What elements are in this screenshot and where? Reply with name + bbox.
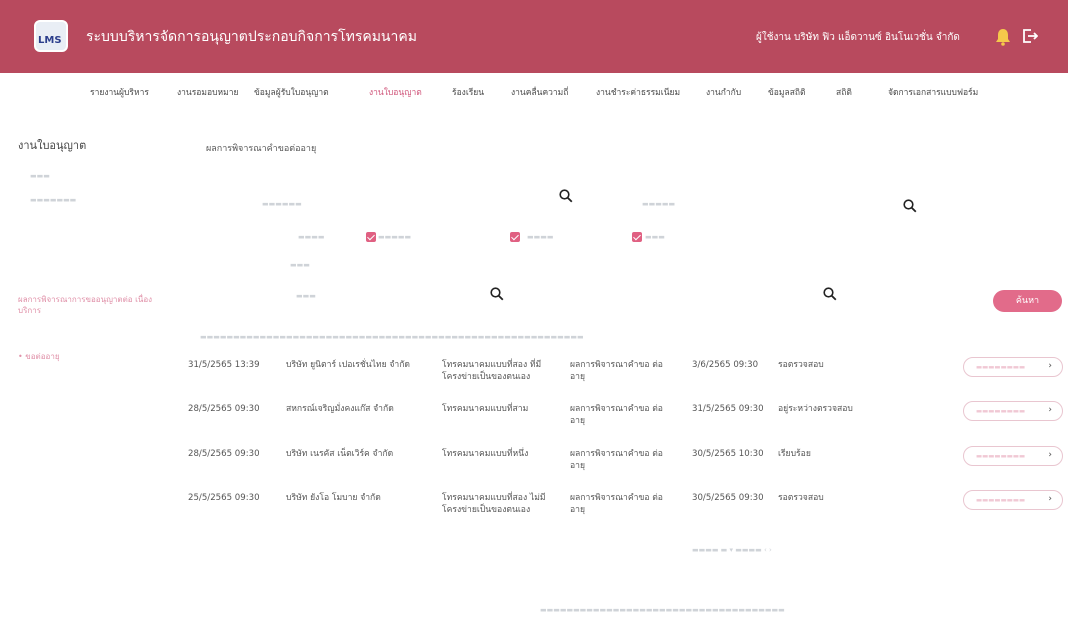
nav-item-regulation[interactable]: งานกำกับ <box>706 85 741 99</box>
cell-type: ผลการพิจารณาคำขอ ต่ออายุ <box>570 404 663 426</box>
table-header: ▬▬▬▬▬▬▬▬▬▬▬▬▬▬▬▬▬▬▬▬▬▬▬▬▬▬▬▬▬▬▬▬▬▬▬▬▬▬▬▬… <box>200 333 584 341</box>
footer-text: ▬▬▬▬▬▬▬▬▬▬▬▬▬▬▬▬▬▬▬▬▬▬▬▬▬▬▬▬▬▬▬▬▬▬▬▬▬ <box>540 606 785 614</box>
logout-icon[interactable] <box>1022 28 1038 44</box>
nav-item-complaints[interactable]: ร้องเรียน <box>452 85 484 99</box>
cell-date: 25/5/2565 09:30 <box>188 493 260 503</box>
cell-company: บริษัท ยูนิตาร์ เปอเรชั่นไทย จำกัด <box>286 360 411 370</box>
cell-type: ผลการพิจารณาคำขอ ต่ออายุ <box>570 493 663 515</box>
nav-item-statistics-data[interactable]: ข้อมูลสถิติ <box>768 85 806 99</box>
nav-item-executive-report[interactable]: รายงานผู้บริหาร <box>90 85 149 99</box>
logo-text: LMS <box>38 35 62 46</box>
cell-date: 31/5/2565 13:39 <box>188 360 260 370</box>
side-item-renewal[interactable]: • ขอต่ออายุ <box>18 350 60 363</box>
search-icon[interactable] <box>490 287 504 301</box>
nav-item-license-work[interactable]: งานใบอนุญาต <box>369 85 422 99</box>
faded-text: ▬▬▬ <box>296 292 316 300</box>
nav-item-licensee-data[interactable]: ข้อมูลผู้รับใบอนุญาต <box>254 85 329 99</box>
cell-service: โทรคมนาคมแบบที่สาม <box>442 404 529 414</box>
search-icon[interactable] <box>903 199 917 213</box>
cell-status: รอตรวจสอบ <box>778 360 824 370</box>
checkbox-checked-icon[interactable] <box>632 232 642 242</box>
cell-type: ผลการพิจารณาคำขอ ต่ออายุ <box>570 360 663 382</box>
app-header: LMS ระบบบริหารจัดการอนุญาตประกอบกิจการโท… <box>0 0 1068 73</box>
row-action-button[interactable]: ▬▬▬▬▬▬▬▬ › <box>963 490 1063 510</box>
user-name: ผู้ใช้งาน บริษัท ฟิว แอ็ดวานซ์ อินโนเวชั… <box>756 32 960 43</box>
faded-text: ▬▬▬▬ <box>527 233 554 241</box>
faded-text: ▬▬▬▬▬▬▬ <box>30 196 77 204</box>
app-title: ระบบบริหารจัดการอนุญาตประกอบกิจการโทรคมน… <box>86 29 417 45</box>
cell-company: บริษัท ยังโอ โมบาย จำกัด <box>286 493 381 503</box>
cell-service: โทรคมนาคมแบบที่หนึ่ง <box>442 449 529 459</box>
cell-service: โทรคมนาคมแบบที่สอง ที่มีโครงข่ายเป็นของต… <box>442 360 542 382</box>
cell-company: สหกรณ์เจริญมั่งคงแก๊ส จำกัด <box>286 404 394 414</box>
cell-status: รอตรวจสอบ <box>778 493 824 503</box>
cell-updated: 30/5/2565 09:30 <box>692 493 764 503</box>
checkbox-checked-icon[interactable] <box>510 232 520 242</box>
section-title: งานใบอนุญาต <box>18 139 87 152</box>
search-icon[interactable] <box>559 189 573 203</box>
main-nav: รายงานผู้บริหาร งานรอมอบหมาย ข้อมูลผู้รั… <box>0 74 1068 104</box>
form-title: ผลการพิจารณาคำขอต่ออายุ <box>206 144 317 154</box>
cell-date: 28/5/2565 09:30 <box>188 404 260 414</box>
chevron-right-icon: › <box>1048 494 1052 504</box>
row-action-button[interactable]: ▬▬▬▬▬▬▬▬ › <box>963 446 1063 466</box>
search-button[interactable]: ค้นหา <box>993 290 1062 312</box>
chevron-right-icon: › <box>1048 405 1052 415</box>
row-action-button[interactable]: ▬▬▬▬▬▬▬▬ › <box>963 357 1063 377</box>
pagination: ▬▬▬▬ ▬ ▾ ▬▬▬▬ ‹ › <box>692 546 772 554</box>
cell-updated: 3/6/2565 09:30 <box>692 360 759 370</box>
cell-company: บริษัท เนรคัส เน็ตเวิร์ค จำกัด <box>286 449 394 459</box>
cell-updated: 30/5/2565 10:30 <box>692 449 764 459</box>
nav-item-frequency[interactable]: งานคลื่นความถี่ <box>511 85 568 99</box>
nav-item-fee-payment[interactable]: งานชำระค่าธรรมเนียม <box>596 85 680 99</box>
bell-icon[interactable] <box>995 28 1011 46</box>
chevron-right-icon: › <box>1048 450 1052 460</box>
cell-updated: 31/5/2565 09:30 <box>692 404 764 414</box>
lms-logo-icon: LMS <box>34 20 68 52</box>
side-link-continuity[interactable]: ผลการพิจารณาการขออนุญาตต่อ เนื่องบริการ <box>18 294 168 316</box>
nav-item-statistics[interactable]: สถิติ <box>836 85 852 99</box>
nav-item-pending-assignment[interactable]: งานรอมอบหมาย <box>177 85 238 99</box>
cell-date: 28/5/2565 09:30 <box>188 449 260 459</box>
faded-text: ▬▬▬▬▬ <box>642 200 676 208</box>
cell-status: เรียบร้อย <box>778 449 811 459</box>
faded-text: ▬▬▬▬▬ <box>378 233 412 241</box>
chevron-right-icon: › <box>1048 361 1052 371</box>
cell-service: โทรคมนาคมแบบที่สอง ไม่มีโครงข่ายเป็นของต… <box>442 493 546 515</box>
faded-text: ▬▬▬ <box>30 172 50 180</box>
faded-text: ▬▬▬ <box>290 261 310 269</box>
cell-type: ผลการพิจารณาคำขอ ต่ออายุ <box>570 449 663 471</box>
cell-status: อยู่ระหว่างตรวจสอบ <box>778 404 853 414</box>
nav-item-forms[interactable]: จัดการเอกสารแบบฟอร์ม <box>888 85 978 99</box>
search-icon[interactable] <box>823 287 837 301</box>
faded-text: ▬▬▬▬▬▬ <box>262 200 302 208</box>
checkbox-checked-icon[interactable] <box>366 232 376 242</box>
faded-text: ▬▬▬▬ <box>298 233 325 241</box>
faded-text: ▬▬▬ <box>645 233 665 241</box>
row-action-button[interactable]: ▬▬▬▬▬▬▬▬ › <box>963 401 1063 421</box>
